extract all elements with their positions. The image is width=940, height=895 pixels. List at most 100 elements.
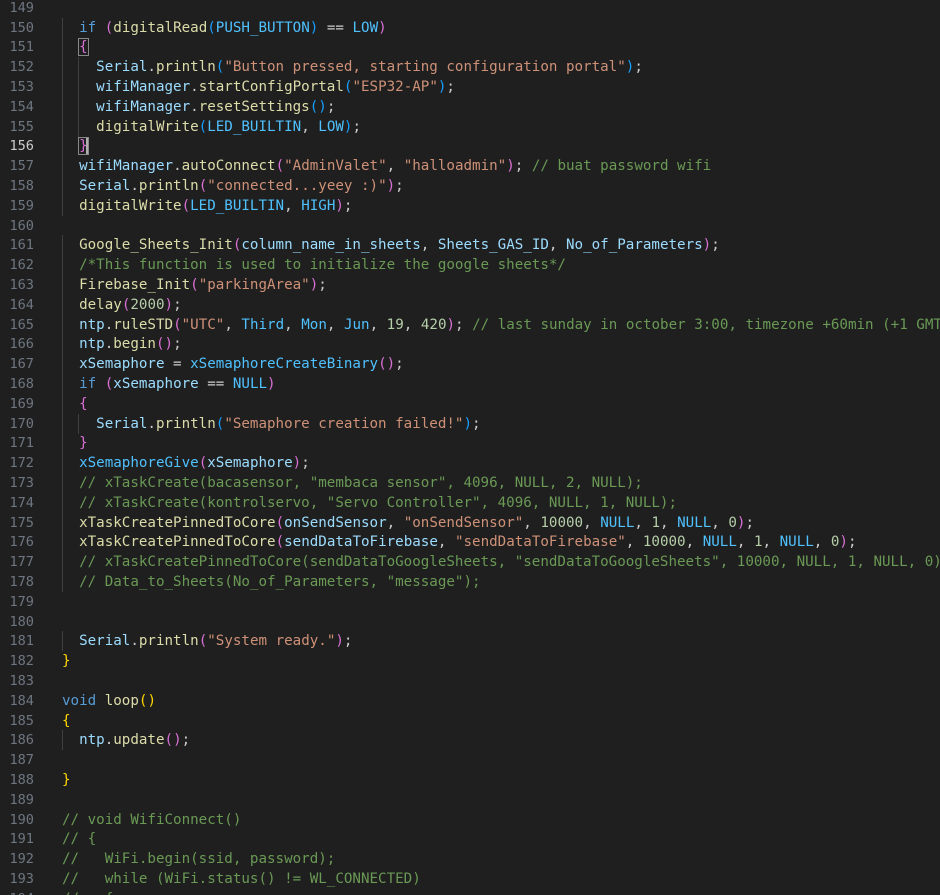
code-line[interactable]: 192 // WiFi.begin(ssid, password); (0, 849, 940, 869)
code-text[interactable]: wifiManager.startConfigPortal("ESP32-AP"… (62, 77, 455, 97)
code-line[interactable]: 162 /*This function is used to initializ… (0, 255, 940, 276)
code-text[interactable]: xSemaphore = xSemaphoreCreateBinary(); (62, 354, 404, 374)
code-text[interactable]: wifiManager.resetSettings(); (62, 97, 335, 117)
code-text[interactable]: Firebase_Init("parkingArea"); (62, 275, 327, 295)
code-text[interactable]: xTaskCreatePinnedToCore(onSendSensor, "o… (62, 513, 754, 533)
code-text[interactable]: Serial.println("Semaphore creation faile… (62, 414, 480, 434)
code-text[interactable]: // xTaskCreate(kontrolservo, "Servo Cont… (62, 493, 677, 513)
line-number: 172 (9, 455, 34, 472)
code-line[interactable]: 191 // { (0, 829, 940, 849)
code-line[interactable]: 149 (0, 0, 940, 18)
code-line[interactable]: 179 (0, 592, 940, 612)
code-line[interactable]: 194 // { (0, 889, 940, 895)
code-line[interactable]: 164 delay(2000); (0, 294, 940, 315)
code-text[interactable]: } (62, 770, 71, 790)
code-text[interactable]: } (62, 136, 89, 156)
code-text[interactable]: digitalWrite(LED_BUILTIN, HIGH); (62, 196, 352, 216)
code-text[interactable]: xSemaphoreGive(xSemaphore); (62, 453, 310, 473)
code-line[interactable]: 173 // xTaskCreate(bacasensor, "membaca … (0, 473, 940, 493)
code-line[interactable]: 159 digitalWrite(LED_BUILTIN, HIGH); (0, 195, 940, 216)
code-text[interactable]: ntp.ruleSTD("UTC", Third, Mon, Jun, 19, … (62, 315, 940, 335)
code-line[interactable]: 172 xSemaphoreGive(xSemaphore); (0, 453, 940, 474)
code-text[interactable]: { (62, 37, 89, 57)
code-line[interactable]: 184 void loop() (0, 691, 940, 711)
code-token: . (104, 316, 114, 333)
code-text[interactable]: ntp.update(); (62, 730, 190, 750)
code-line[interactable]: 157 wifiManager.autoConnect("AdminValet"… (0, 156, 940, 177)
code-line[interactable]: 187 (0, 750, 940, 770)
code-line[interactable]: 189 (0, 790, 940, 810)
code-line[interactable]: 169 { (0, 393, 940, 414)
code-line[interactable]: 163 Firebase_Init("parkingArea"); (0, 275, 940, 295)
code-text[interactable]: // void WifiConnect() (62, 810, 241, 830)
code-line[interactable]: 171 } (0, 433, 940, 454)
code-editor[interactable]: 149 150 if (digitalRead(PUSH_BUTTON) == L… (0, 0, 940, 895)
code-line[interactable]: 178 // Data_to_Sheets(No_of_Parameters, … (0, 572, 940, 592)
code-line[interactable]: 177 // xTaskCreatePinnedToCore(sendDataT… (0, 552, 940, 573)
code-line[interactable]: 153 wifiManager.startConfigPortal("ESP32… (0, 77, 940, 97)
code-line[interactable]: 167 xSemaphore = xSemaphoreCreateBinary(… (0, 354, 940, 375)
code-line[interactable]: 186 ntp.update(); (0, 730, 940, 751)
code-text[interactable]: // { (62, 889, 113, 895)
code-line[interactable]: 154 wifiManager.resetSettings(); (0, 96, 940, 117)
code-text[interactable]: } (62, 433, 88, 453)
code-text[interactable]: // xTaskCreatePinnedToCore(sendDataToGoo… (62, 552, 940, 572)
code-text[interactable]: { (62, 394, 88, 414)
code-text[interactable]: // xTaskCreate(bacasensor, "membaca sens… (62, 473, 643, 493)
code-token: ( (275, 534, 285, 551)
code-text[interactable]: ntp.begin(); (62, 334, 182, 354)
code-text[interactable]: if (xSemaphore == NULL) (62, 374, 276, 394)
code-text[interactable]: delay(2000); (62, 295, 182, 315)
code-text[interactable]: // { (62, 829, 96, 849)
code-text[interactable]: if (digitalRead(PUSH_BUTTON) == LOW) (62, 18, 387, 38)
code-token: , (813, 534, 831, 551)
code-token: ) (164, 336, 174, 353)
code-text[interactable]: // WiFi.begin(ssid, password); (62, 849, 335, 869)
line-number: 167 (9, 356, 34, 373)
code-text[interactable]: Serial.println("connected...yeey :)"); (62, 176, 404, 196)
code-token: , (660, 514, 678, 531)
code-line[interactable]: 165 ntp.ruleSTD("UTC", Third, Mon, Jun, … (0, 314, 940, 335)
code-text[interactable]: { (62, 711, 71, 731)
code-line[interactable]: 182} (0, 651, 940, 671)
code-line[interactable]: 158 Serial.println("connected...yeey :)"… (0, 176, 940, 196)
line-number: 165 (9, 316, 34, 333)
code-text[interactable]: Serial.println("Button pressed, starting… (62, 57, 643, 77)
code-token: , (583, 514, 601, 531)
code-line[interactable]: 160 (0, 216, 940, 236)
code-line[interactable]: 174 // xTaskCreate(kontrolservo, "Servo … (0, 492, 940, 513)
code-text[interactable]: digitalWrite(LED_BUILTIN, LOW); (62, 117, 361, 137)
code-token: ; (395, 356, 404, 373)
code-line[interactable]: 180 (0, 612, 940, 632)
code-token: ( (198, 118, 208, 135)
code-text[interactable]: xTaskCreatePinnedToCore(sendDataToFireba… (62, 532, 856, 552)
code-line[interactable]: 181 Serial.println("System ready."); (0, 631, 940, 652)
code-text[interactable]: wifiManager.autoConnect("AdminValet", "h… (62, 156, 711, 176)
code-line[interactable]: 152 Serial.println("Button pressed, star… (0, 57, 940, 78)
code-line[interactable]: 170 Serial.println("Semaphore creation f… (0, 413, 940, 434)
code-line[interactable]: 168 if (xSemaphore == NULL) (0, 374, 940, 394)
code-line[interactable]: 190 // void WifiConnect() (0, 810, 940, 830)
code-text[interactable]: /*This function is used to initialize th… (62, 255, 566, 275)
code-line[interactable]: 155 digitalWrite(LED_BUILTIN, LOW); (0, 116, 940, 137)
code-line[interactable]: 183 (0, 671, 940, 691)
code-line[interactable]: 156 } (0, 136, 940, 157)
code-text[interactable]: Google_Sheets_Init(column_name_in_sheets… (62, 235, 720, 255)
code-line[interactable]: 193 // while (WiFi.status() != WL_CONNECT… (0, 869, 940, 889)
code-line[interactable]: 175 xTaskCreatePinnedToCore(onSendSensor… (0, 512, 940, 533)
code-text[interactable]: // Data_to_Sheets(No_of_Parameters, "mes… (62, 572, 480, 592)
code-text[interactable]: // while (WiFi.status() != WL_CONNECTED) (62, 869, 421, 889)
code-text[interactable]: void loop() (62, 691, 156, 711)
code-text[interactable]: Serial.println("System ready."); (62, 631, 352, 651)
code-line[interactable]: 176 xTaskCreatePinnedToCore(sendDataToFi… (0, 532, 940, 553)
code-line[interactable]: 188} (0, 770, 940, 790)
code-text[interactable]: } (62, 651, 71, 671)
code-line[interactable]: 151 { (0, 37, 940, 58)
code-line[interactable]: 166 ntp.begin(); (0, 334, 940, 355)
code-line[interactable]: 185 { (0, 711, 940, 731)
code-token: NULL (779, 534, 814, 551)
code-line[interactable]: 150 if (digitalRead(PUSH_BUTTON) == LOW) (0, 17, 940, 38)
code-line[interactable]: 161 Google_Sheets_Init(column_name_in_sh… (0, 235, 940, 256)
